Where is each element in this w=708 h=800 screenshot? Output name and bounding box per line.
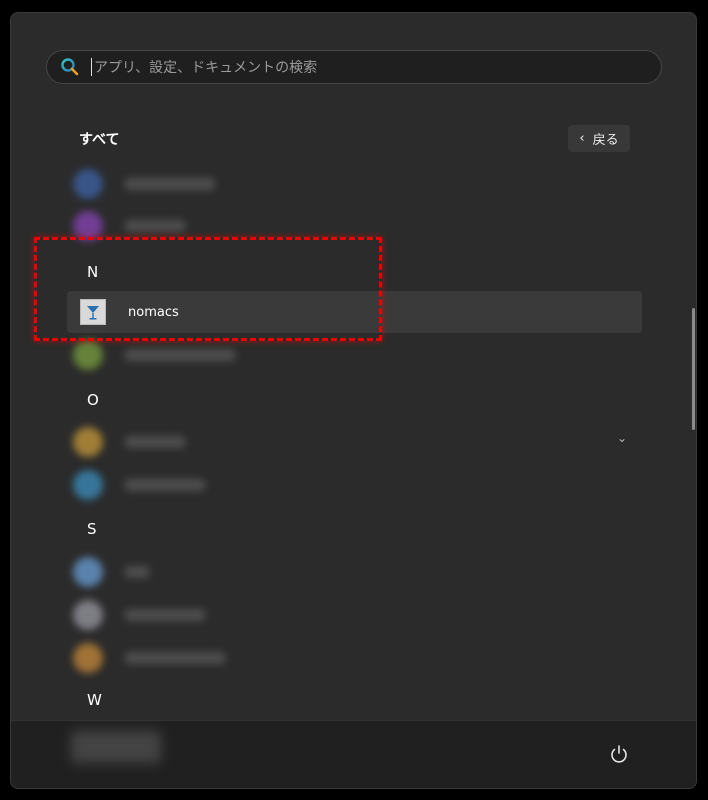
back-button[interactable]: ‹ 戻る <box>568 125 630 152</box>
search-placeholder: アプリ、設定、ドキュメントの検索 <box>94 60 318 76</box>
blurred-app-label <box>125 609 205 621</box>
blurred-app-label <box>125 566 149 578</box>
blurred-app-icon <box>73 427 103 457</box>
user-account-button[interactable] <box>71 731 161 763</box>
blurred-app-label <box>125 220 185 232</box>
blurred-app-row[interactable] <box>73 600 205 630</box>
blurred-app-icon <box>73 643 103 673</box>
scrollbar-thumb[interactable] <box>692 308 695 430</box>
blurred-app-row[interactable] <box>73 340 235 370</box>
blurred-app-row[interactable] <box>73 557 149 587</box>
blurred-app-icon <box>73 600 103 630</box>
blurred-app-label <box>125 479 205 491</box>
text-cursor <box>91 58 92 76</box>
all-apps-heading: すべて <box>79 132 120 148</box>
app-item-label: nomacs <box>128 304 179 320</box>
back-button-label: 戻る <box>592 133 619 148</box>
blurred-app-icon <box>73 557 103 587</box>
nomacs-cocktail-icon <box>80 299 106 325</box>
blurred-app-label <box>125 178 215 190</box>
search-box[interactable]: アプリ、設定、ドキュメントの検索 <box>46 50 662 84</box>
expand-chevron-icon[interactable]: ⌄ <box>617 431 627 445</box>
blurred-app-row[interactable] <box>73 169 215 199</box>
start-menu-panel: アプリ、設定、ドキュメントの検索 すべて ‹ 戻る N nomacs O ⌄ S… <box>10 12 697 789</box>
blurred-app-row[interactable] <box>73 643 225 673</box>
section-letter-s[interactable]: S <box>87 520 97 538</box>
blurred-app-row[interactable] <box>73 427 185 457</box>
blurred-app-row[interactable] <box>73 211 185 241</box>
app-item-nomacs[interactable]: nomacs <box>67 291 642 333</box>
section-letter-w[interactable]: W <box>87 691 102 709</box>
blurred-app-label <box>125 349 235 361</box>
search-icon <box>59 56 81 78</box>
section-letter-o[interactable]: O <box>87 391 99 409</box>
blurred-app-icon <box>73 340 103 370</box>
blurred-app-label <box>125 652 225 664</box>
blurred-app-row[interactable] <box>73 470 205 500</box>
blurred-app-icon <box>73 211 103 241</box>
chevron-left-icon: ‹ <box>579 131 585 146</box>
blurred-app-icon <box>73 169 103 199</box>
blurred-app-icon <box>73 470 103 500</box>
blurred-app-label <box>125 436 185 448</box>
power-icon[interactable] <box>608 743 632 767</box>
section-letter-n[interactable]: N <box>87 263 98 281</box>
